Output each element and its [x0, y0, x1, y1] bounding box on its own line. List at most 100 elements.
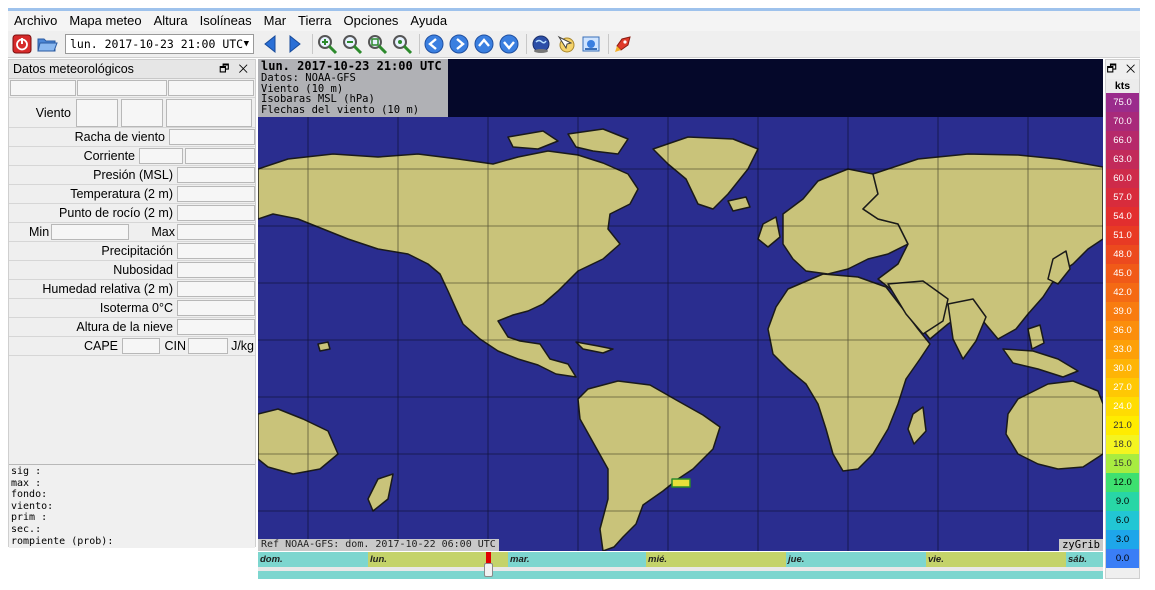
coord-field-right [168, 80, 254, 96]
legend-cell: 27.0 [1106, 378, 1139, 397]
legend-cell: 45.0 [1106, 264, 1139, 283]
arrow-right-icon[interactable] [284, 33, 306, 55]
humidity-field [177, 281, 255, 297]
dewpoint-label: Punto de rocío (2 m) [59, 206, 173, 220]
legend-cell: 3.0 [1106, 530, 1139, 549]
cin-label: CIN [164, 339, 186, 353]
color-scale-legend: 🗗 ✕ kts 75.0 70.0 66.0 63.0 60.0 57.0 54.0 51.0… [1105, 59, 1140, 579]
wind-field-2 [121, 98, 163, 127]
legend-cell: 30.0 [1106, 359, 1139, 378]
legend-cell: 60.0 [1106, 169, 1139, 188]
timeline-day[interactable]: dom. [258, 552, 368, 567]
panel-rows: Viento Racha de viento Corriente Presión… [9, 79, 255, 356]
row-temperature: Temperatura (2 m) [9, 185, 255, 204]
legend-cell: 15.0 [1106, 454, 1139, 473]
cape-label: CAPE [83, 339, 118, 353]
legend-cell: 21.0 [1106, 416, 1139, 435]
reference-run-label: Ref NOAA-GFS: dom. 2017-10-22 06:00 UTC [258, 539, 499, 551]
menu-tierra[interactable]: Tierra [292, 11, 337, 31]
humidity-label: Humedad relativa (2 m) [42, 282, 173, 296]
arrow-left-icon[interactable] [259, 33, 281, 55]
coord-field-left [10, 80, 76, 96]
menu-mapa-meteo[interactable]: Mapa meteo [63, 11, 147, 31]
timeline-track[interactable] [258, 571, 1103, 579]
current-field-1 [139, 148, 183, 164]
timeline-day[interactable]: jue. [786, 552, 926, 567]
row-isotherm: Isoterma 0°C [9, 299, 255, 318]
legend-cell: 6.0 [1106, 511, 1139, 530]
toolbar-separator [312, 34, 313, 54]
chevron-down-icon: ▼ [243, 39, 249, 49]
rocket-icon[interactable] [612, 33, 634, 55]
info-source: Datos: NOAA-GFS [261, 72, 356, 84]
legend-cells: 75.0 70.0 66.0 63.0 60.0 57.0 54.0 51.0 48.0 45.0… [1106, 93, 1139, 568]
wind-field-3 [166, 98, 252, 127]
world-map[interactable]: lun. 2017-10-23 21:00 UTC Datos: NOAA-GF… [258, 59, 1103, 551]
pan-up-icon[interactable] [473, 33, 495, 55]
menu-mar[interactable]: Mar [258, 11, 292, 31]
menu-altura[interactable]: Altura [148, 11, 194, 31]
legend-cell: 39.0 [1106, 302, 1139, 321]
legend-cell: 33.0 [1106, 340, 1139, 359]
panel-window-controls[interactable]: 🗗 ✕ [219, 60, 251, 79]
pan-left-icon[interactable] [423, 33, 445, 55]
gust-field [169, 129, 255, 145]
timeline-day[interactable]: sáb. [1066, 552, 1103, 567]
timeline-day[interactable]: vie. [926, 552, 1066, 567]
legend-cell: 70.0 [1106, 112, 1139, 131]
globe-icon[interactable] [530, 33, 552, 55]
note-line: max : [11, 477, 42, 489]
menu-isolineas[interactable]: Isolíneas [194, 11, 258, 31]
cloud-label: Nubosidad [113, 263, 173, 277]
zoom-fit-icon[interactable] [366, 33, 388, 55]
note-line: fondo: [11, 489, 48, 501]
toolbar-separator [419, 34, 420, 54]
row-wind: Viento [9, 98, 255, 128]
menu-archivo[interactable]: Archivo [8, 11, 63, 31]
land-falklands [671, 478, 691, 488]
time-slider[interactable]: dom. lun. mar. mié. jue. vie. sáb. [258, 552, 1103, 579]
timeline-day[interactable]: mié. [646, 552, 786, 567]
legend-cell: 9.0 [1106, 492, 1139, 511]
row-precipitation: Precipitación [9, 242, 255, 261]
temperature-label: Temperatura (2 m) [70, 187, 173, 201]
world-map-canvas[interactable] [258, 59, 1103, 551]
isotherm-label: Isoterma 0°C [99, 301, 173, 315]
gust-label: Racha de viento [74, 130, 165, 144]
pan-right-icon[interactable] [448, 33, 470, 55]
legend-cell: 66.0 [1106, 131, 1139, 150]
snow-label: Altura de la nieve [76, 320, 173, 334]
max-label: Max [151, 225, 175, 239]
timeline-day[interactable]: mar. [508, 552, 646, 567]
cin-field [188, 338, 228, 354]
wave-notes: sig : max : fondo: viento: prim : sec.: … [9, 464, 255, 548]
cursor-icon[interactable] [555, 33, 577, 55]
legend-cell: 24.0 [1106, 397, 1139, 416]
info-isobars: Isobaras MSL (hPa) [261, 93, 375, 105]
folder-open-icon[interactable] [36, 33, 58, 55]
row-gust: Racha de viento [9, 128, 255, 147]
pan-down-icon[interactable] [498, 33, 520, 55]
power-icon[interactable] [11, 33, 33, 55]
land-pacific-islands [317, 341, 331, 352]
zoom-reset-icon[interactable] [391, 33, 413, 55]
wind-label: Viento [35, 105, 71, 120]
export-icon[interactable] [580, 33, 602, 55]
legend-cell: 18.0 [1106, 435, 1139, 454]
menu-ayuda[interactable]: Ayuda [404, 11, 453, 31]
min-label: Min [29, 225, 50, 239]
map-info-box: lun. 2017-10-23 21:00 UTC Datos: NOAA-GF… [258, 59, 448, 117]
zoom-in-icon[interactable] [316, 33, 338, 55]
timeline-handle[interactable] [484, 563, 493, 577]
pressure-field [177, 167, 255, 183]
toolbar-separator [608, 34, 609, 54]
weather-data-panel: Datos meteorológicos 🗗 ✕ Viento Racha de… [8, 59, 256, 548]
legend-window-controls[interactable]: 🗗 ✕ [1106, 60, 1139, 79]
zoom-out-icon[interactable] [341, 33, 363, 55]
date-select[interactable]: lun. 2017-10-23 21:00 UTC ▼ [65, 34, 254, 54]
legend-cell: 42.0 [1106, 283, 1139, 302]
status-bar [0, 582, 1155, 590]
menu-opciones[interactable]: Opciones [338, 11, 405, 31]
temperature-field [177, 186, 255, 202]
note-line: rompiente (prob): [11, 535, 114, 547]
